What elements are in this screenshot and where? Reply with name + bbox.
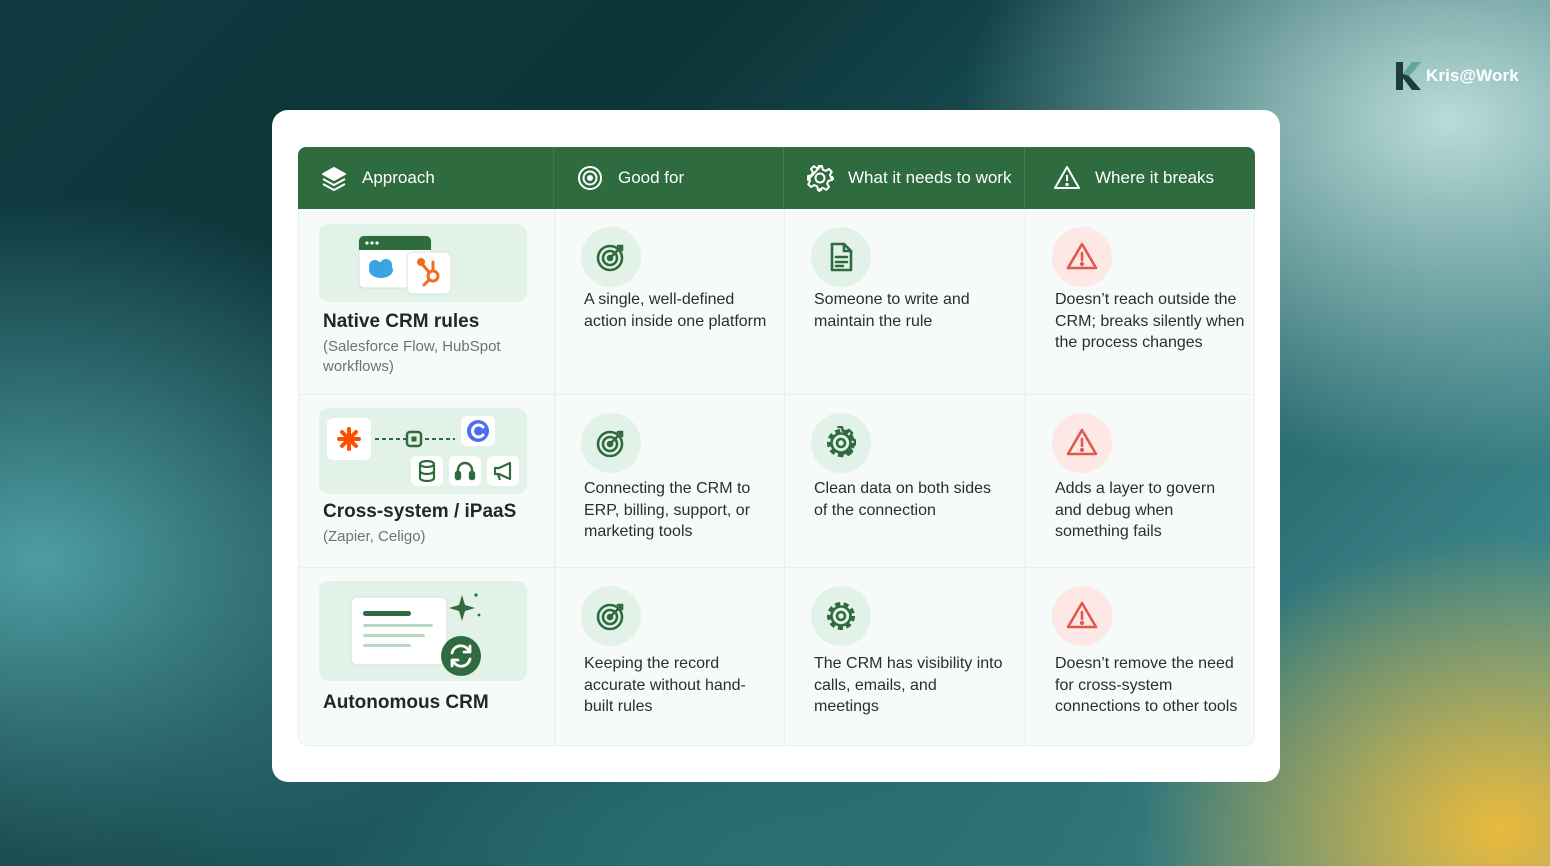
brand-logo-kris-at-work: Kris@Work <box>1394 60 1519 92</box>
good-for-text: Connecting the CRM to ERP, billing, supp… <box>584 480 751 540</box>
approach-title: Native CRM rules <box>323 311 480 332</box>
breaks-cell: Doesn’t reach outside the CRM; breaks si… <box>1026 209 1256 394</box>
breaks-text: Doesn’t reach outside the CRM; breaks si… <box>1055 291 1245 351</box>
kris-logo-icon <box>1396 62 1421 90</box>
celigo-logo-icon <box>467 420 489 442</box>
target-icon <box>581 227 641 287</box>
warning-icon <box>1052 413 1112 473</box>
gear-icon <box>811 413 871 473</box>
breaks-text: Adds a layer to govern and debug when so… <box>1055 480 1216 540</box>
native-crm-illustration <box>319 224 527 302</box>
table-row: Autonomous CRM Keeping the record accura… <box>298 568 1255 746</box>
header-needs-label: What it needs to work <box>848 168 1012 187</box>
salesforce-cloud-icon <box>369 259 393 278</box>
gear-icon <box>811 586 871 646</box>
ai-record-icon <box>350 593 481 676</box>
header-breaks-label: Where it breaks <box>1095 168 1215 187</box>
crm-window-icon <box>358 235 452 295</box>
approach-title: Cross-system / iPaaS <box>323 501 517 522</box>
breaks-cell: Doesn’t remove the need for cross-system… <box>1026 568 1256 745</box>
table-row: Cross-system / iPaaS (Zapier, Celigo) Co… <box>298 395 1255 568</box>
good-for-cell: Connecting the CRM to ERP, billing, supp… <box>555 395 785 567</box>
warning-icon <box>1054 166 1080 189</box>
sparkle-icon <box>449 593 481 621</box>
warning-icon <box>1052 586 1112 646</box>
header-approach-label: Approach <box>362 168 435 187</box>
table-row: Native CRM rules (Salesforce Flow, HubSp… <box>298 209 1255 395</box>
gear-icon <box>807 165 834 192</box>
ipaas-illustration <box>319 408 527 494</box>
good-for-cell: A single, well-defined action inside one… <box>555 209 785 394</box>
approach-cell: Cross-system / iPaaS (Zapier, Celigo) <box>299 395 555 567</box>
approach-title: Autonomous CRM <box>323 692 489 713</box>
header-needs: What it needs to work <box>784 147 1025 209</box>
header-good-for: Good for <box>554 147 784 209</box>
needs-cell: Someone to write and maintain the rule <box>785 209 1026 394</box>
good-for-text: Keeping the record accurate without hand… <box>584 655 746 715</box>
target-icon <box>581 586 641 646</box>
zapier-asterisk-icon <box>337 427 361 451</box>
layers-icon <box>322 167 346 191</box>
header-approach: Approach <box>298 147 554 209</box>
brand-name: Kris@Work <box>1426 66 1519 85</box>
sync-icon <box>441 636 481 676</box>
table-header: Approach Good for What it needs to work <box>298 147 1255 209</box>
needs-text: The CRM has visibility into calls, email… <box>814 655 1003 715</box>
approach-subtitle: (Zapier, Celigo) <box>323 528 426 545</box>
integration-flow-icon <box>327 416 519 486</box>
approach-cell: Autonomous CRM <box>299 568 555 745</box>
target-icon <box>581 413 641 473</box>
needs-cell: Clean data on both sides of the connecti… <box>785 395 1026 567</box>
approach-cell: Native CRM rules (Salesforce Flow, HubSp… <box>299 209 555 394</box>
document-icon <box>811 227 871 287</box>
good-for-cell: Keeping the record accurate without hand… <box>555 568 785 745</box>
needs-text: Clean data on both sides of the connecti… <box>814 480 992 519</box>
warning-icon <box>1052 227 1112 287</box>
comparison-table: Approach Good for What it needs to work <box>298 147 1255 746</box>
target-icon <box>578 166 602 190</box>
comparison-card: Approach Good for What it needs to work <box>272 110 1280 782</box>
breaks-cell: Adds a layer to govern and debug when so… <box>1026 395 1256 567</box>
breaks-text: Doesn’t remove the need for cross-system… <box>1055 655 1238 715</box>
autonomous-crm-illustration <box>319 581 527 681</box>
header-breaks: Where it breaks <box>1025 147 1255 209</box>
good-for-text: A single, well-defined action inside one… <box>584 291 767 330</box>
needs-text: Someone to write and maintain the rule <box>814 291 970 330</box>
approach-subtitle: (Salesforce Flow, HubSpot workflows) <box>323 338 501 375</box>
needs-cell: The CRM has visibility into calls, email… <box>785 568 1026 745</box>
header-good-for-label: Good for <box>618 168 685 187</box>
